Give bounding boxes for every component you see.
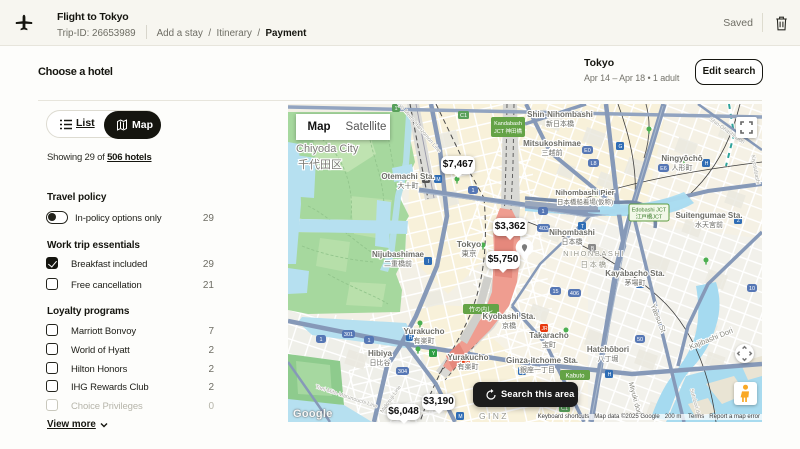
svg-text:銀座一丁目: 銀座一丁目	[520, 365, 555, 374]
svg-text:10: 10	[749, 286, 755, 292]
svg-text:東京: 東京	[462, 248, 477, 258]
svg-text:1: 1	[319, 337, 322, 343]
svg-text:二重橋前: 二重橋前	[384, 259, 412, 268]
svg-text:50: 50	[637, 337, 643, 343]
svg-text:M: M	[436, 177, 440, 183]
svg-text:Chiyoda City: Chiyoda City	[296, 143, 359, 155]
svg-text:Tokyo: Tokyo	[457, 239, 481, 249]
svg-text:C1: C1	[460, 113, 467, 119]
svg-text:Takaracho: Takaracho	[529, 331, 569, 340]
svg-text:304: 304	[398, 369, 407, 375]
svg-text:有楽町: 有楽町	[458, 362, 479, 371]
svg-text:1: 1	[541, 209, 544, 215]
svg-text:三越前: 三越前	[542, 148, 563, 157]
svg-text:H: H	[409, 335, 413, 341]
svg-text:Yurakucho: Yurakucho	[404, 327, 445, 336]
svg-text:Kyobashi Sta.: Kyobashi Sta.	[483, 312, 536, 321]
svg-text:403: 403	[539, 226, 548, 232]
svg-text:有楽町: 有楽町	[414, 336, 435, 345]
svg-text:1: 1	[367, 338, 370, 344]
svg-text:E6: E6	[660, 166, 667, 172]
svg-text:江戸橋JCT: 江戸橋JCT	[636, 213, 663, 221]
svg-text:日本橋: 日本橋	[581, 259, 608, 269]
svg-text:301: 301	[344, 332, 353, 338]
svg-text:Nihombashi: Nihombashi	[549, 228, 595, 237]
svg-text:日比谷: 日比谷	[370, 358, 391, 367]
svg-text:新日本橋: 新日本橋	[546, 119, 574, 128]
svg-text:茅場町: 茅場町	[625, 278, 646, 287]
svg-text:E0: E0	[584, 148, 591, 154]
svg-text:Hatchōbori: Hatchōbori	[587, 345, 629, 354]
svg-text:大十町: 大十町	[398, 181, 419, 190]
svg-text:京橋: 京橋	[502, 321, 516, 330]
svg-text:日本橋船着場(仮称): 日本橋船着場(仮称)	[557, 197, 613, 206]
svg-text:406: 406	[570, 291, 579, 297]
svg-text:Kandabash: Kandabash	[494, 121, 522, 127]
svg-text:15: 15	[552, 289, 558, 295]
svg-text:Yurakucho: Yurakucho	[448, 353, 489, 362]
svg-text:Kabuto: Kabuto	[565, 374, 585, 380]
svg-text:日本橋: 日本橋	[562, 237, 583, 246]
svg-text:Mitsukoshimae: Mitsukoshimae	[523, 139, 581, 148]
svg-text:Shin-Nihombashi: Shin-Nihombashi	[527, 110, 593, 119]
svg-text:宝町: 宝町	[542, 340, 556, 349]
svg-text:千代田区: 千代田区	[298, 158, 342, 171]
svg-text:G: G	[619, 144, 623, 150]
svg-text:Nijubashimae: Nijubashimae	[372, 250, 425, 259]
svg-text:I: I	[428, 259, 429, 265]
svg-text:JCT 神田橋: JCT 神田橋	[494, 127, 523, 135]
svg-text:Otemachi Sta.: Otemachi Sta.	[381, 172, 434, 181]
svg-text:Hibiya: Hibiya	[368, 349, 393, 358]
svg-text:H: H	[705, 161, 709, 167]
svg-text:H: H	[608, 372, 612, 378]
svg-text:L8: L8	[590, 161, 596, 167]
svg-text:Edobashi JCT: Edobashi JCT	[632, 208, 667, 214]
svg-text:Nihombashi Pier: Nihombashi Pier	[555, 188, 614, 197]
svg-text:1: 1	[394, 106, 397, 112]
svg-text:Kayabacho Sta.: Kayabacho Sta.	[605, 269, 665, 278]
svg-text:Ginza-itchome Sta.: Ginza-itchome Sta.	[506, 356, 578, 365]
svg-text:水天宮前: 水天宮前	[695, 220, 723, 229]
svg-text:Suitengumae Sta.: Suitengumae Sta.	[675, 211, 742, 220]
svg-text:1: 1	[471, 188, 474, 194]
svg-text:NIHONBASHI: NIHONBASHI	[563, 249, 625, 258]
svg-text:人形町: 人形町	[672, 164, 693, 172]
svg-text:Ningyōchō: Ningyōchō	[661, 154, 702, 163]
svg-text:八丁堀: 八丁堀	[598, 354, 619, 363]
